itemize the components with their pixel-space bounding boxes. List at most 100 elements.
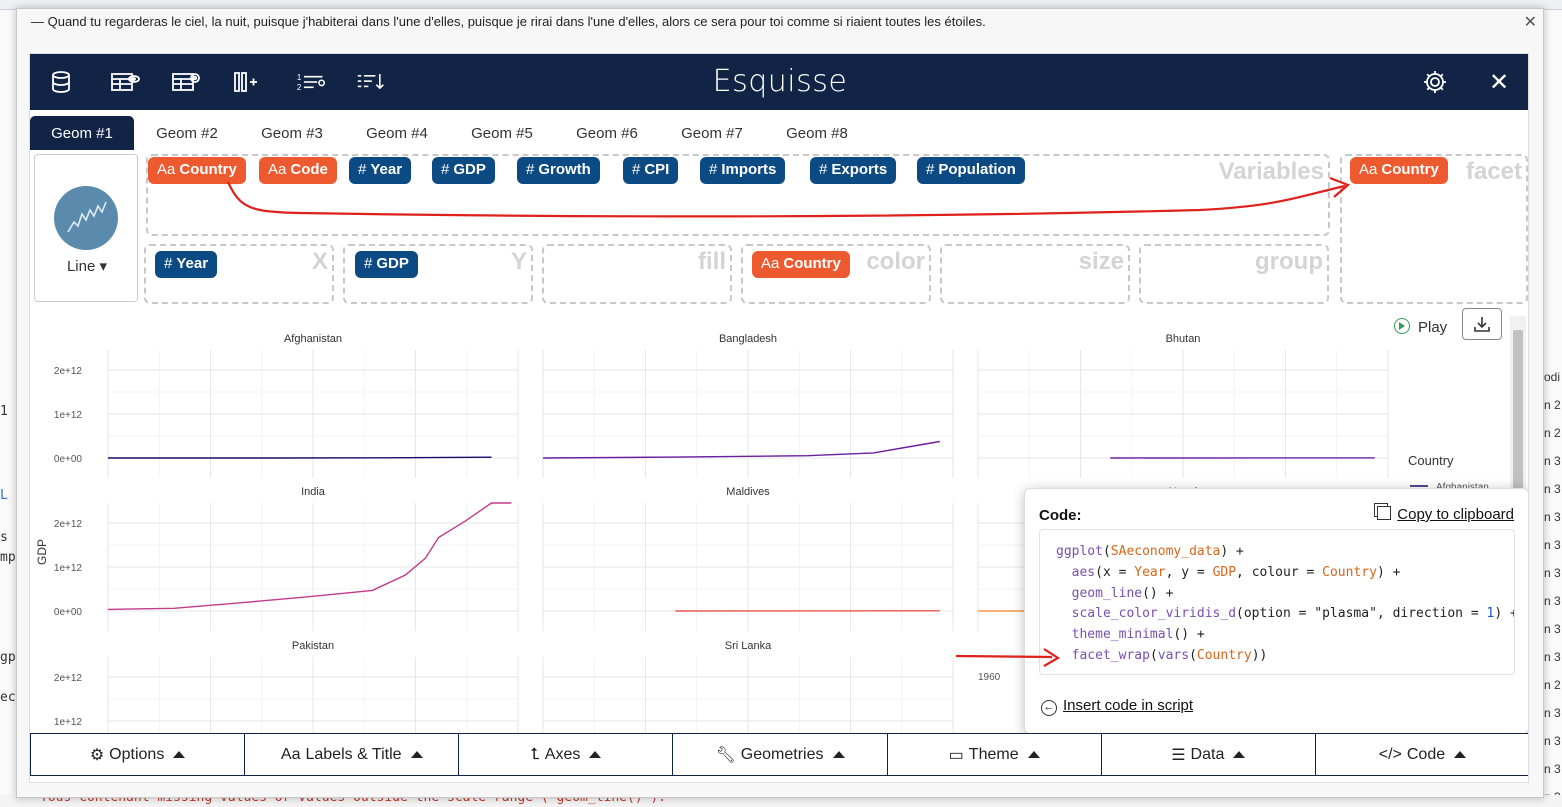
y-tick-label: 2e+12: [54, 673, 83, 684]
y-tick-label: 2e+12: [54, 519, 83, 530]
download-button[interactable]: [1462, 308, 1502, 340]
code-popup: Code: Copy to clipboard ggplot(SAeconomy…: [1024, 488, 1528, 734]
variable-badge-code[interactable]: Aa Code: [259, 157, 337, 184]
size-dropzone[interactable]: size: [940, 244, 1130, 304]
tab-geom-6[interactable]: Geom #6: [562, 116, 652, 150]
right-fragment: n 2: [1544, 398, 1561, 412]
copy-to-clipboard-button[interactable]: Copy to clipboard: [1377, 506, 1514, 523]
copy-icon: [1377, 506, 1392, 520]
facet-strip-label: India: [301, 486, 326, 498]
esquisse-app: 12 Esquisse ✕ Geom #1 Geom #2 Geom #3 Ge…: [29, 53, 1529, 783]
app-brand-title: Esquisse: [712, 64, 848, 99]
insert-code-button[interactable]: ← Insert code in script: [1041, 697, 1193, 716]
arrow-left-circle-icon: ←: [1041, 700, 1057, 716]
facet-strip-label: Pakistan: [292, 640, 334, 652]
series-line-india: [107, 502, 512, 611]
y-tick-label: 2e+12: [54, 366, 83, 377]
right-fragment: odi: [1544, 370, 1561, 384]
app-header: 12 Esquisse ✕: [30, 54, 1528, 110]
x-tick-label: 1960: [978, 672, 1001, 683]
tab-geom-2[interactable]: Geom #2: [142, 116, 232, 150]
legend-title: Country: [1408, 453, 1454, 468]
facet-strip-label: Afghanistan: [284, 333, 342, 345]
filter-numbers-icon[interactable]: 12: [296, 68, 326, 96]
caret-up-icon: [410, 751, 423, 758]
right-fragment: n 3: [1544, 706, 1561, 720]
chevron-down-icon: ▾: [99, 258, 108, 275]
caret-up-icon: [832, 751, 845, 758]
paint-roller-icon: ▭: [948, 746, 964, 764]
right-fragment: n 3: [1544, 594, 1561, 608]
sort-list-icon[interactable]: [356, 68, 386, 96]
y-tick-label: 0e+00: [54, 454, 83, 465]
facet-strip-label: Sri Lanka: [725, 640, 772, 652]
app-close-button[interactable]: ✕: [1484, 68, 1514, 96]
tab-geom-3[interactable]: Geom #3: [247, 116, 337, 150]
tab-geom-8[interactable]: Geom #8: [772, 116, 862, 150]
labels-title-dropup-button[interactable]: Aa Labels & Title: [245, 734, 460, 776]
tab-geom-7[interactable]: Geom #7: [667, 116, 757, 150]
svg-text:2: 2: [297, 83, 302, 92]
variable-badge-exports[interactable]: # Exports: [810, 157, 897, 184]
play-circle-icon: [1394, 318, 1410, 334]
caret-up-icon: [1233, 751, 1246, 758]
scrollbar-thumb[interactable]: [1513, 330, 1523, 500]
left-fragment: gp: [0, 650, 16, 665]
y-axis-title: GDP: [35, 539, 49, 565]
caret-up-icon: [173, 751, 186, 758]
axes-icon: ⮤: [530, 745, 540, 763]
axes-dropup-button[interactable]: ⮤ Axes: [459, 734, 674, 776]
y-tick-label: 1e+12: [54, 717, 83, 728]
gear-icon: ⚙: [89, 746, 105, 764]
variable-badge-gdp[interactable]: # GDP: [432, 157, 495, 184]
variable-badge-year[interactable]: # Year: [349, 157, 412, 184]
dialog-close-button[interactable]: ✕: [1524, 12, 1537, 32]
right-fragment: n 3: [1544, 650, 1561, 664]
variable-badge-cpi[interactable]: # CPI: [623, 157, 679, 184]
variable-badge-population[interactable]: # Population: [917, 157, 1025, 184]
x-badge-year[interactable]: # Year: [155, 251, 218, 278]
size-zone-label: size: [1078, 248, 1124, 275]
geometries-dropup-button[interactable]: 🔧︎ Geometries: [673, 734, 888, 776]
theme-dropup-button[interactable]: ▭ Theme: [887, 734, 1102, 776]
left-fragment: ec: [0, 690, 16, 705]
play-button[interactable]: Play: [1394, 318, 1447, 336]
options-dropup-button[interactable]: ⚙ Options: [30, 734, 246, 776]
right-fragment: n 3: [1544, 454, 1561, 468]
facet-strip-label: Bangladesh: [719, 333, 777, 345]
y-zone-label: Y: [510, 248, 527, 275]
dialog-quote: — Quand tu regarderas le ciel, la nuit, …: [31, 14, 986, 29]
geom-selector[interactable]: Line ▾: [34, 154, 138, 302]
variable-badge-growth[interactable]: # Growth: [517, 157, 600, 184]
text-icon: Aa: [280, 745, 301, 763]
left-fragment: L: [0, 488, 8, 503]
facet-badge-country[interactable]: Aa Country: [1350, 157, 1448, 184]
y-badge-gdp[interactable]: # GDP: [355, 251, 418, 278]
tab-geom-4[interactable]: Geom #4: [352, 116, 442, 150]
right-fragment: n 3: [1544, 566, 1561, 580]
fill-dropzone[interactable]: fill: [542, 244, 732, 304]
group-dropzone[interactable]: group: [1139, 244, 1329, 304]
table-view-icon[interactable]: [110, 68, 140, 96]
geom-selector-label: Line ▾: [66, 258, 108, 275]
code-block[interactable]: ggplot(SAeconomy_data) + aes(x = Year, y…: [1039, 529, 1515, 675]
right-fragment: n 2: [1544, 426, 1561, 440]
tab-geom-5[interactable]: Geom #5: [457, 116, 547, 150]
right-fragment: n 3: [1544, 538, 1561, 552]
data-dropup-button[interactable]: ☰ Data: [1101, 734, 1316, 776]
table-settings-icon[interactable]: [171, 68, 201, 96]
right-fragment: n 3: [1544, 622, 1561, 636]
facet-strip-label: Bhutan: [1166, 333, 1201, 345]
database-icon[interactable]: [46, 68, 76, 96]
color-badge-country[interactable]: Aa Country: [752, 251, 850, 278]
code-dropup-button[interactable]: </> Code: [1315, 734, 1528, 776]
variable-badge-country[interactable]: Aa Country: [148, 157, 246, 184]
caret-up-icon: [1454, 751, 1467, 758]
settings-gear-icon[interactable]: [1420, 68, 1450, 96]
variable-badge-imports[interactable]: # Imports: [700, 157, 786, 184]
add-column-icon[interactable]: [230, 68, 260, 96]
tab-geom-1[interactable]: Geom #1: [30, 116, 134, 150]
right-fragment: n 3: [1544, 734, 1561, 748]
bottom-toolbar: ⚙ Options Aa Labels & Title ⮤ Axes 🔧︎ Geomet…: [30, 733, 1528, 776]
group-zone-label: group: [1255, 248, 1323, 275]
